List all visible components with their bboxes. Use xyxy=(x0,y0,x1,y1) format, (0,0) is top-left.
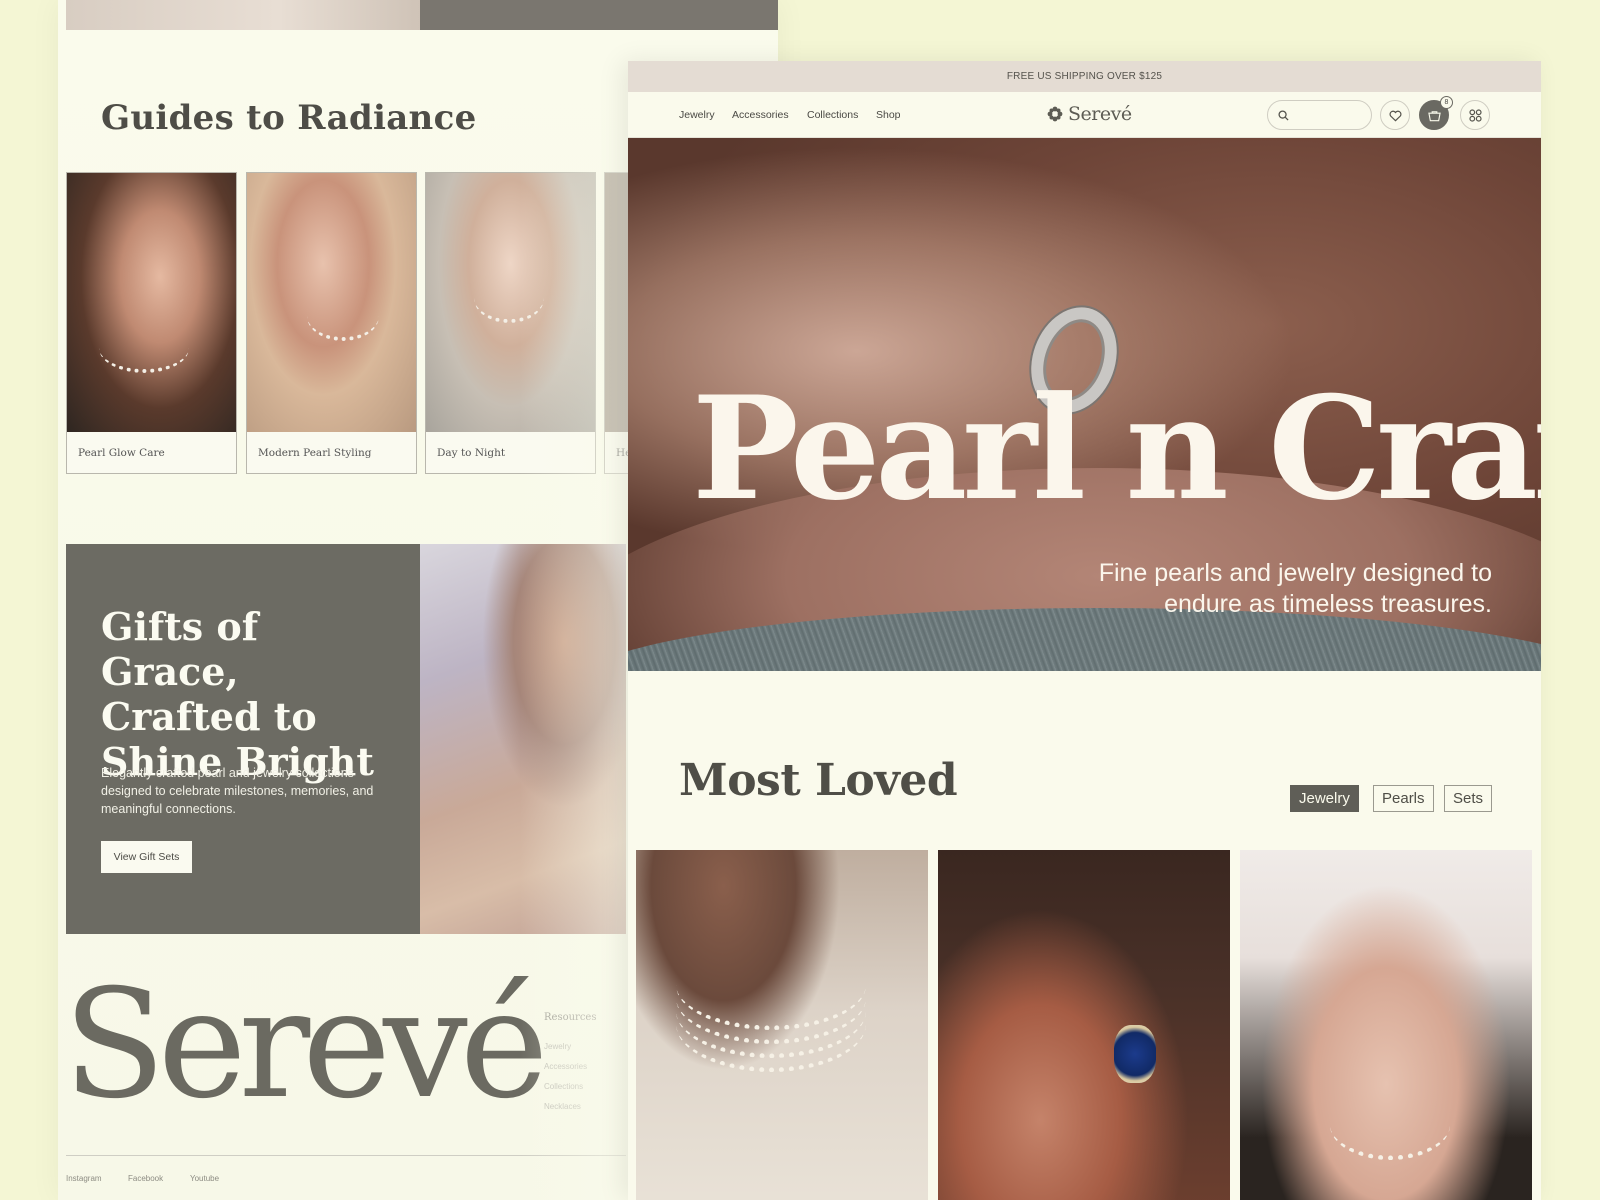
footer-link-collections[interactable]: Collections xyxy=(544,1082,583,1091)
guide-image xyxy=(67,173,236,432)
footer-divider xyxy=(66,1155,626,1156)
guides-title: Guides to Radiance xyxy=(101,98,477,138)
top-image-left xyxy=(66,0,420,30)
footer-logo: Serevé xyxy=(63,958,549,1132)
guide-card-modern-pearl-styling[interactable]: Modern Pearl Styling xyxy=(246,172,417,474)
social-link-youtube[interactable]: Youtube xyxy=(190,1174,219,1183)
guide-card-day-to-night[interactable]: Day to Night xyxy=(425,172,596,474)
nav-link-shop[interactable]: Shop xyxy=(876,109,901,121)
top-nav: Jewelry Accessories Collections Shop Ser… xyxy=(628,92,1541,138)
nav-link-jewelry[interactable]: Jewelry xyxy=(679,109,715,121)
guide-caption: Modern Pearl Styling xyxy=(258,447,372,459)
search-input[interactable] xyxy=(1267,100,1372,130)
filter-jewelry[interactable]: Jewelry xyxy=(1290,785,1359,812)
nav-link-accessories[interactable]: Accessories xyxy=(732,109,789,121)
footer-link-necklaces[interactable]: Necklaces xyxy=(544,1102,581,1111)
hero-subtitle: Fine pearls and jewelry designed to endu… xyxy=(1098,559,1492,618)
gifts-banner: Gifts of Grace, Crafted to Shine Bright … xyxy=(66,544,626,934)
flower-icon xyxy=(1047,106,1063,122)
menu-grid-button[interactable] xyxy=(1460,100,1490,130)
wishlist-button[interactable] xyxy=(1380,100,1410,130)
cart-button[interactable]: 8 xyxy=(1419,96,1453,130)
product-card-sapphire-earring[interactable] xyxy=(938,850,1230,1200)
filter-sets[interactable]: Sets xyxy=(1444,785,1493,812)
view-gift-sets-button[interactable]: View Gift Sets xyxy=(101,841,192,873)
heart-icon xyxy=(1389,110,1402,122)
sapphire-earring xyxy=(1114,1025,1156,1083)
guide-image xyxy=(426,173,595,432)
filter-pearls[interactable]: Pearls xyxy=(1373,785,1434,812)
guide-caption: Day to Night xyxy=(437,447,506,459)
brand-name: Serevé xyxy=(1068,103,1132,125)
gifts-title: Gifts of Grace, Crafted to Shine Bright xyxy=(101,604,374,784)
shipping-banner: FREE US SHIPPING OVER $125 xyxy=(628,61,1541,92)
product-card-pearl-bracelet[interactable] xyxy=(1240,850,1532,1200)
footer-link-jewelry[interactable]: Jewelry xyxy=(544,1042,571,1051)
nav-link-collections[interactable]: Collections xyxy=(807,109,858,121)
search-icon xyxy=(1278,110,1289,121)
brand-logo[interactable]: Serevé xyxy=(1046,101,1132,127)
gifts-description: Elegantly crafted pearl and jewelry coll… xyxy=(101,766,374,816)
hero-title: Pearl n Craft xyxy=(692,366,1541,532)
grid-icon xyxy=(1469,109,1482,122)
top-image-right xyxy=(420,0,778,30)
guide-caption: Pearl Glow Care xyxy=(78,447,165,459)
guide-image xyxy=(247,173,416,432)
gifts-image xyxy=(420,544,626,934)
product-card-pearl-choker[interactable] xyxy=(636,850,928,1200)
social-link-facebook[interactable]: Facebook xyxy=(128,1174,163,1183)
resources-heading: Resources xyxy=(544,1012,597,1023)
footer-link-accessories[interactable]: Accessories xyxy=(544,1062,587,1071)
cart-icon xyxy=(1428,111,1441,122)
guide-card-pearl-glow-care[interactable]: Pearl Glow Care xyxy=(66,172,237,474)
hero-banner: Pearl n Craft Fine pearls and jewelry de… xyxy=(628,138,1541,671)
social-link-instagram[interactable]: Instagram xyxy=(66,1174,102,1183)
most-loved-title: Most Loved xyxy=(679,755,958,806)
cart-count-badge: 8 xyxy=(1440,96,1453,109)
front-page: FREE US SHIPPING OVER $125 Jewelry Acces… xyxy=(628,61,1541,1200)
